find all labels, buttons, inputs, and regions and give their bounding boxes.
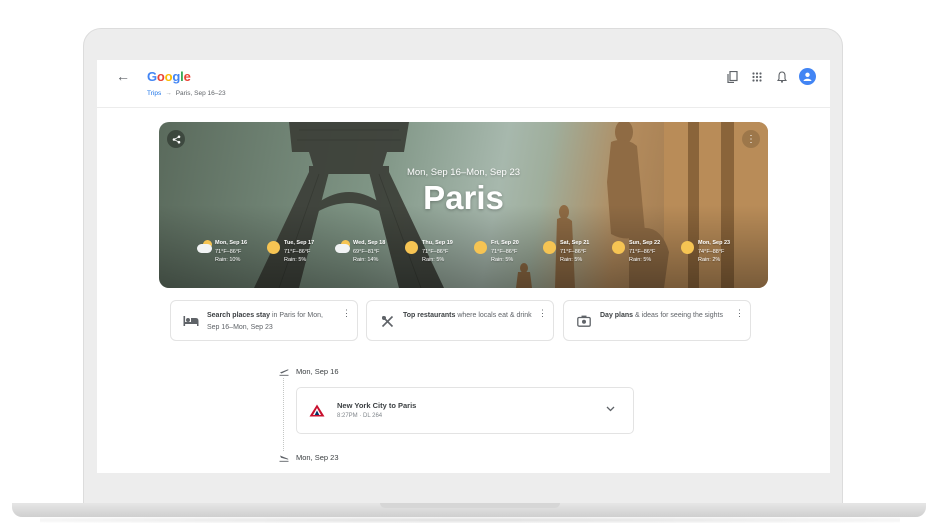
laptop-shadow: [40, 517, 900, 523]
sunny-icon: [611, 240, 626, 255]
day-plans-card-text: Day plans & ideas for seeing the sights: [600, 310, 730, 322]
partly-cloudy-icon: [197, 240, 212, 255]
restaurants-card[interactable]: Top restaurants where locals eat & drink…: [366, 300, 554, 341]
weather-temp: 71°F–86°F: [560, 248, 587, 255]
breadcrumb-arrow-icon: →: [165, 90, 172, 97]
sunny-icon: [473, 240, 488, 255]
weather-date: Thu, Sep 19: [422, 240, 453, 246]
weather-day: Fri, Sep 20 71°F–86°F Rain: 5%: [473, 239, 542, 265]
sunny-icon: [404, 240, 419, 255]
restaurants-card-title: Top restaurants: [403, 312, 456, 319]
weather-rain: Rain: 5%: [284, 257, 307, 263]
google-logo[interactable]: Google: [147, 69, 191, 84]
notifications-icon[interactable]: [775, 70, 789, 84]
weather-temp: 74°F–88°F: [698, 248, 725, 255]
logo-letter: e: [183, 69, 191, 84]
weather-date: Sun, Sep 22: [629, 240, 661, 246]
timeline-connector: [283, 377, 284, 457]
share-icon[interactable]: [167, 130, 185, 148]
more-vert-icon[interactable]: ⋮: [342, 309, 351, 318]
airline-logo-icon: [309, 404, 325, 418]
weather-day: Mon, Sep 23 74°F–88°F Rain: 2%: [680, 239, 749, 265]
weather-date: Wed, Sep 18: [353, 240, 386, 246]
breadcrumb: Trips → Paris, Sep 16–23: [147, 90, 226, 97]
sunny-icon: [266, 240, 281, 255]
weather-rain: Rain: 10%: [215, 257, 241, 263]
weather-date: Mon, Sep 23: [698, 240, 731, 246]
weather-rain: Rain: 5%: [422, 257, 445, 263]
weather-temp: 71°F–86°F: [215, 248, 242, 255]
weather-rain: Rain: 2%: [698, 257, 721, 263]
day-plans-card-desc: & ideas for seeing the sights: [633, 312, 723, 319]
weather-rain: Rain: 5%: [560, 257, 583, 263]
weather-temp: 71°F–86°F: [491, 248, 518, 255]
weather-day: Sun, Sep 22 71°F–86°F Rain: 5%: [611, 239, 680, 265]
breadcrumb-current: Paris, Sep 16–23: [175, 90, 226, 97]
restaurants-card-text: Top restaurants where locals eat & drink: [403, 310, 533, 322]
logo-letter: G: [147, 69, 157, 84]
more-vert-icon[interactable]: ⋮: [742, 130, 760, 148]
partly-cloudy-icon: [335, 240, 350, 255]
weather-rain: Rain: 14%: [353, 257, 379, 263]
logo-letter: o: [164, 69, 173, 84]
weather-temp: 71°F–86°F: [284, 248, 311, 255]
destination-hero: ⋮ Mon, Sep 16–Mon, Sep 23 Paris Mon, Sep…: [159, 122, 768, 288]
more-vert-icon[interactable]: ⋮: [735, 309, 744, 318]
logo-letter: g: [172, 69, 181, 84]
weather-day: Mon, Sep 16 71°F–86°F Rain: 10%: [197, 239, 266, 265]
flight-takeoff-icon: [277, 365, 290, 378]
weather-day: Wed, Sep 18 69°F–81°F Rain: 14%: [335, 239, 404, 265]
sunny-icon: [542, 240, 557, 255]
flight-details: 8:27PM · DL 264: [337, 413, 383, 419]
flight-route: New York City to Paris: [337, 401, 417, 410]
hotels-card-title: Search places stay: [207, 312, 271, 319]
weather-date: Sat, Sep 21: [560, 240, 590, 246]
timeline-date: Mon, Sep 16: [296, 367, 339, 376]
apps-icon[interactable]: [750, 70, 764, 84]
arrow-back-icon[interactable]: ←: [116, 68, 130, 84]
weather-day: Thu, Sep 19 71°F–86°F Rain: 5%: [404, 239, 473, 265]
restaurant-icon: [379, 313, 395, 329]
laptop-base-notch: [380, 503, 560, 508]
breadcrumb-trips-link[interactable]: Trips: [147, 90, 161, 97]
weather-forecast: Mon, Sep 16 71°F–86°F Rain: 10% Tue, Sep 1…: [197, 239, 749, 265]
hotels-card-text: Search places stay in Paris for Mon, Sep…: [207, 310, 337, 334]
timeline-date: Mon, Sep 23: [296, 453, 339, 462]
weather-date: Mon, Sep 16: [215, 240, 248, 246]
account-avatar[interactable]: [799, 68, 816, 85]
chevron-down-icon[interactable]: [606, 404, 615, 414]
sunny-icon: [680, 240, 695, 255]
weather-date: Tue, Sep 17: [284, 240, 315, 246]
logo-letter: o: [156, 69, 165, 84]
weather-temp: 71°F–86°F: [422, 248, 449, 255]
trip-date-range: Mon, Sep 16–Mon, Sep 23: [406, 167, 521, 178]
flight-card[interactable]: New York City to Paris 8:27PM · DL 264: [296, 387, 634, 434]
weather-date: Fri, Sep 20: [491, 240, 519, 246]
weather-temp: 71°F–86°F: [629, 248, 656, 255]
bookmarks-icon[interactable]: [725, 70, 739, 84]
weather-day: Sat, Sep 21 71°F–86°F Rain: 5%: [542, 239, 611, 265]
flight-landing-icon: [277, 451, 290, 464]
weather-rain: Rain: 5%: [629, 257, 652, 263]
destination-title: Paris: [423, 179, 504, 216]
day-plans-card-title: Day plans: [600, 312, 634, 319]
app-screen: ← Google Trips → Paris, Sep 16–23 ⋮ Mon,…: [97, 60, 830, 473]
restaurants-card-desc: where locals eat & drink: [455, 312, 532, 319]
more-vert-icon[interactable]: ⋮: [538, 309, 547, 318]
hotels-card[interactable]: Search places stay in Paris for Mon, Sep…: [170, 300, 358, 341]
weather-temp: 69°F–81°F: [353, 248, 380, 255]
day-plans-card[interactable]: Day plans & ideas for seeing the sights …: [563, 300, 751, 341]
camera-icon: [576, 313, 592, 329]
weather-rain: Rain: 5%: [491, 257, 514, 263]
hotel-icon: [183, 313, 199, 329]
weather-day: Tue, Sep 17 71°F–86°F Rain: 5%: [266, 239, 335, 265]
app-header: ← Google Trips → Paris, Sep 16–23: [97, 60, 830, 108]
